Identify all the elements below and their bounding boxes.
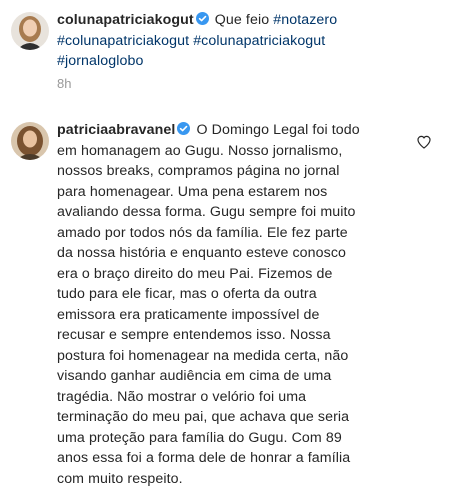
username[interactable]: patriciaabravanel	[57, 122, 175, 138]
hashtag-link[interactable]: #notazero	[273, 12, 337, 28]
comment-line: era o braço direito do meu Pai. Fizemos …	[57, 264, 397, 285]
comment-line: nossos breaks, compramos página no jorna…	[57, 161, 397, 182]
comment-line: terminação do meu pai, que achava que se…	[57, 407, 397, 428]
avatar-patriciaabravanel[interactable]	[11, 122, 49, 160]
verified-badge-icon	[177, 122, 190, 135]
username[interactable]: colunapatriciakogut	[57, 12, 194, 28]
comment-line: anos essa foi a forma dele de honrar a f…	[57, 448, 397, 469]
comment-line: emissora era praticamente impossível de	[57, 305, 397, 326]
comment-line: tragédia. Não mostrar o velório foi uma	[57, 387, 397, 408]
verified-badge-icon	[196, 12, 209, 25]
comment-line: postura foi homenagear na medida certa, …	[57, 346, 397, 367]
avatar-colunapatriciakogut[interactable]	[11, 12, 49, 50]
comment-line: recusar e sempre entendemos isso. Nossa	[57, 325, 397, 346]
comment-text: colunapatriciakogut Que feio #notazero #…	[57, 10, 407, 72]
comment-line: da nossa história e enquanto esteve cono…	[57, 243, 397, 264]
hashtag-link[interactable]: #colunapatriciakogut	[193, 33, 325, 49]
heart-icon[interactable]	[416, 134, 432, 150]
comment-line: uma proteção para família do Gugu. Com 8…	[57, 428, 397, 449]
timestamp[interactable]: 8h	[57, 76, 71, 91]
comment-line: tudo para ele ficar, mas o oferta da out…	[57, 284, 397, 305]
comment-line: em homanagem ao Gugu. Nosso jornalismo,	[57, 141, 397, 162]
comment-body: Que feio	[215, 12, 269, 28]
comment-line: O Domingo Legal foi todo	[196, 122, 359, 138]
comment-text: patriciaabravanel O Domingo Legal foi to…	[57, 120, 397, 489]
hashtag-link[interactable]: #jornaloglobo	[57, 53, 144, 69]
comment-line: visando ganhar audiência em cima de uma	[57, 366, 397, 387]
hashtag-link[interactable]: #colunapatriciakogut	[57, 33, 189, 49]
comment-line: com muito respeito.	[57, 469, 397, 489]
comment-line: amado por todos nós da família. Ele fez …	[57, 223, 397, 244]
comment-line: para homenagear. Uma pena estarem nos	[57, 182, 397, 203]
comment-line: avaliando dessa forma. Gugu sempre foi m…	[57, 202, 397, 223]
